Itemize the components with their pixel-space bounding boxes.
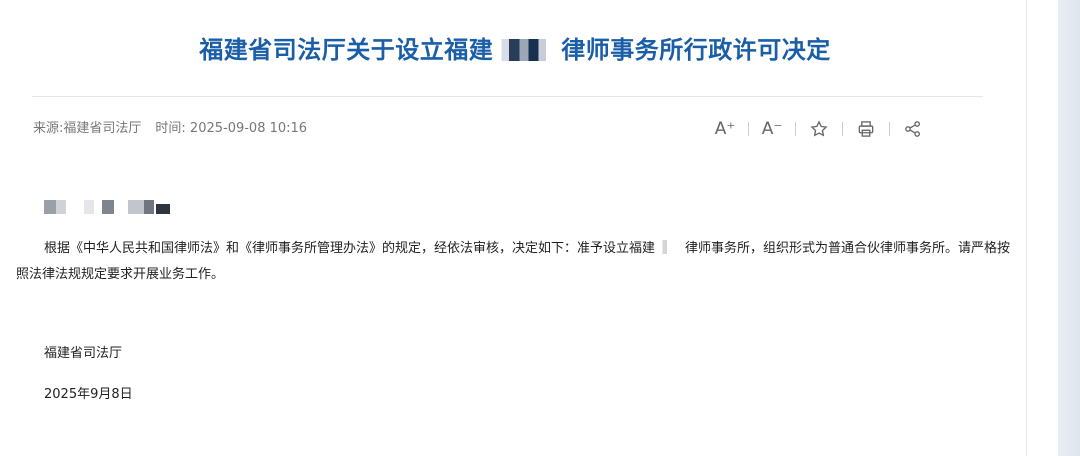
issue-date: 2025年9月8日 [44,387,133,402]
article-meta: 来源:福建省司法厅 时间: 2025-09-08 10:16 [33,119,307,139]
inline-redacted-name [655,240,686,254]
star-icon [810,120,828,137]
title-text-after: 律师事务所行政许可决定 [561,36,831,64]
favorite-button[interactable] [804,116,834,142]
time-label: 时间: [155,121,186,136]
toolbar-separator [842,122,843,136]
toolbar-separator [748,122,749,136]
right-side-panel [1058,0,1080,456]
title-divider [32,96,983,97]
article-panel: 福建省司法厅关于设立福建 律师事务所行政许可决定 来源:福建省司法厅 时间: 202… [0,0,1027,456]
title-redacted-name [495,39,560,61]
font-larger-icon: A⁺ [714,119,736,139]
print-icon [858,121,874,137]
font-larger-button[interactable]: A⁺ [710,116,740,142]
decision-body: 根据《中华人民共和国律师法》和《律师事务所管理办法》的规定，经依法审核，决定如下… [16,236,1016,288]
font-smaller-button[interactable]: A⁻ [757,116,787,142]
font-smaller-icon: A⁻ [761,119,783,139]
page: 福建省司法厅关于设立福建 律师事务所行政许可决定 来源:福建省司法厅 时间: 202… [0,0,1080,456]
article-toolbar: A⁺ A⁻ [710,116,928,142]
redacted-recipient [44,200,180,214]
toolbar-separator [889,122,890,136]
paragraph-part1: 根据《中华人民共和国律师法》和《律师事务所管理办法》的规定，经依法审核，决定如下… [44,241,656,256]
title-text-before: 福建省司法厅关于设立福建 [199,36,494,64]
decision-paragraph: 根据《中华人民共和国律师法》和《律师事务所管理办法》的规定，经依法审核，决定如下… [16,236,1016,288]
share-icon [905,121,920,137]
toolbar-separator [795,122,796,136]
print-button[interactable] [851,116,881,142]
source-label: 来源:福建省司法厅 [33,121,142,136]
issuer-signature: 福建省司法厅 [44,346,123,361]
share-button[interactable] [898,116,928,142]
time-value: 2025-09-08 10:16 [189,121,308,136]
article-title: 福建省司法厅关于设立福建 律师事务所行政许可决定 [120,30,910,70]
